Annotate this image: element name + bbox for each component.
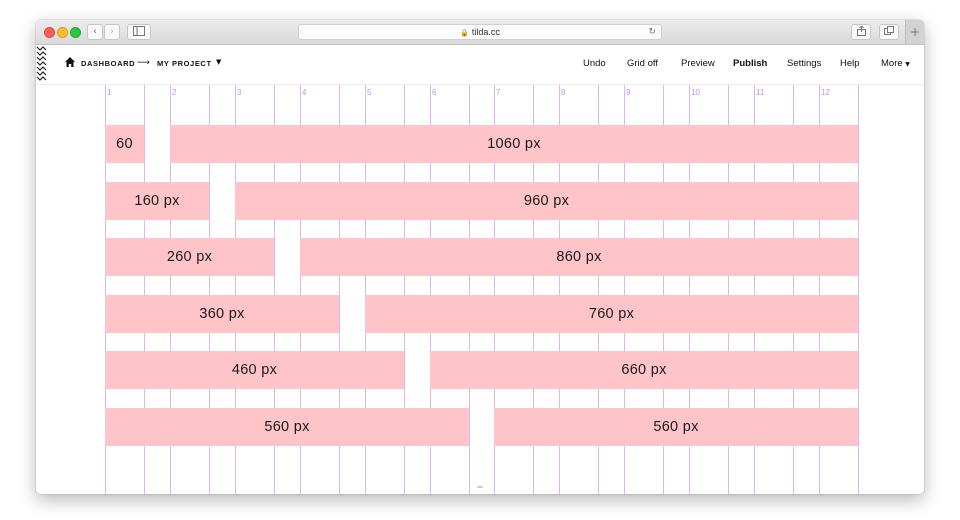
column-number: 2	[172, 88, 177, 97]
block-right[interactable]: 860 px	[300, 238, 858, 276]
editor-toolbar: DASHBOARD ⟶ MY PROJECT ▼ Undo Grid off P…	[36, 45, 924, 85]
chevron-down-icon[interactable]: ▼	[216, 58, 221, 66]
block-right[interactable]: 660 px	[430, 351, 858, 389]
more-label: More	[881, 58, 903, 69]
reload-icon[interactable]: ↻	[648, 25, 656, 39]
column-number: 7	[496, 88, 501, 97]
column-number: 5	[367, 88, 372, 97]
chevron-down-icon: ▼	[905, 61, 910, 68]
block-right[interactable]: 960 px	[235, 182, 858, 220]
address-bar[interactable]: 🔒 tilda.cc ↻	[298, 24, 662, 40]
block-left[interactable]: 460 px	[105, 351, 404, 389]
more-menu-button[interactable]: More ▼	[881, 58, 910, 69]
help-button[interactable]: Help	[840, 58, 860, 69]
preview-button[interactable]: Preview	[681, 58, 715, 69]
column-number: 4	[302, 88, 307, 97]
column-number: 8	[561, 88, 566, 97]
tilda-logo	[36, 46, 47, 81]
grid-off-button[interactable]: Grid off	[627, 58, 658, 69]
new-tab-button[interactable]: +	[905, 20, 924, 44]
breadcrumb-arrow-icon: ⟶	[137, 58, 150, 68]
back-icon[interactable]: ‹	[87, 24, 103, 40]
browser-window: ‹ › 🔒 tilda.cc ↻ + DASHBOARD ⟶ MY PROJEC…	[36, 20, 924, 494]
settings-button[interactable]: Settings	[787, 58, 821, 69]
url-text: tilda.cc	[471, 27, 500, 37]
close-window-button[interactable]	[44, 27, 55, 38]
minimize-window-button[interactable]	[57, 27, 68, 38]
home-icon[interactable]	[64, 56, 76, 68]
column-number: 11	[756, 88, 765, 97]
sidebar-toggle-icon[interactable]	[127, 24, 151, 40]
block-left[interactable]: 60	[105, 125, 144, 163]
scroll-indicator	[477, 486, 483, 488]
publish-button[interactable]: Publish	[733, 58, 767, 69]
column-number: 1	[107, 88, 112, 97]
column-number: 6	[432, 88, 437, 97]
block-right[interactable]: 1060 px	[170, 125, 858, 163]
lock-icon: 🔒	[460, 29, 469, 37]
zoom-window-button[interactable]	[70, 27, 81, 38]
browser-titlebar: ‹ › 🔒 tilda.cc ↻ +	[36, 20, 924, 45]
breadcrumb-dashboard[interactable]: DASHBOARD	[81, 59, 135, 68]
block-right[interactable]: 560 px	[494, 408, 858, 446]
column-number: 9	[626, 88, 631, 97]
block-left[interactable]: 560 px	[105, 408, 469, 446]
breadcrumb-project[interactable]: MY PROJECT	[157, 59, 212, 68]
column-number: 3	[237, 88, 242, 97]
column-number: 10	[691, 88, 700, 97]
share-icon[interactable]	[851, 24, 871, 40]
block-right[interactable]: 760 px	[365, 295, 858, 333]
grid-line	[858, 85, 859, 494]
block-left[interactable]: 360 px	[105, 295, 339, 333]
grid-canvas: 1 2 3 4 5 6 7 8 9 10 11 12 60 1060 px 160 px 960 px 260 …	[36, 85, 924, 494]
block-left[interactable]: 260 px	[105, 238, 274, 276]
block-left[interactable]: 160 px	[105, 182, 209, 220]
forward-icon[interactable]: ›	[104, 24, 120, 40]
undo-button[interactable]: Undo	[583, 58, 606, 69]
column-number: 12	[821, 88, 830, 97]
tabs-overview-icon[interactable]	[879, 24, 899, 40]
